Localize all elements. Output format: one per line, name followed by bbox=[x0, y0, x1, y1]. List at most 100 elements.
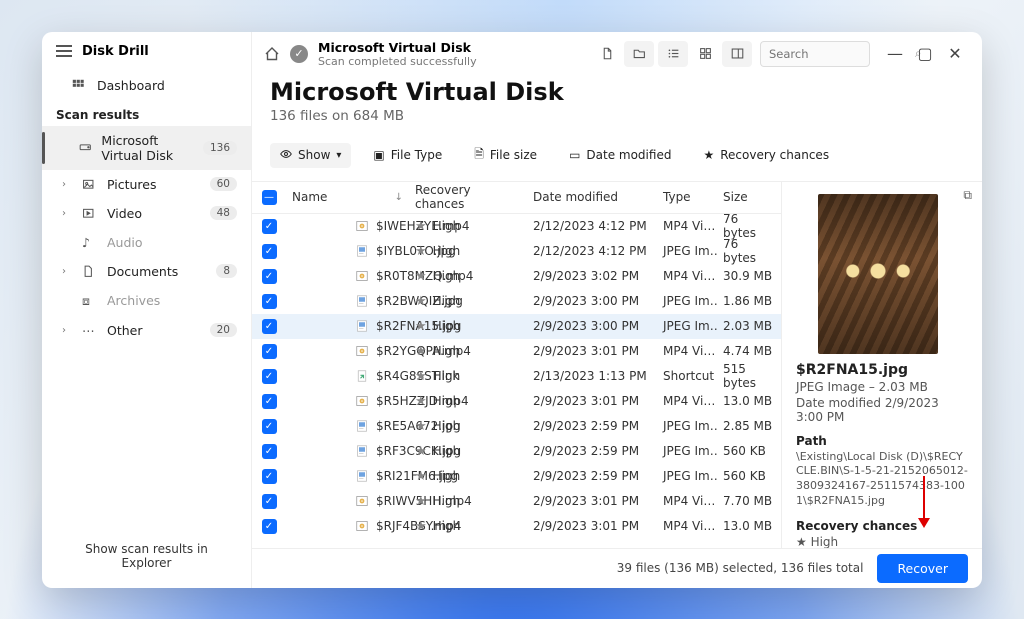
file-type-icon bbox=[356, 343, 368, 359]
file-date: 2/9/2023 3:02 PM bbox=[527, 269, 657, 283]
star-icon: ★ bbox=[415, 294, 427, 309]
table-row[interactable]: ✓$RJF4BSY.mp4★High2/9/2023 3:01 PMMP4 Vi… bbox=[252, 514, 781, 539]
row-checkbox[interactable]: ✓ bbox=[262, 494, 277, 509]
row-checkbox[interactable]: ✓ bbox=[262, 344, 277, 359]
chevron-icon: › bbox=[62, 179, 72, 190]
sidebar-item-pictures[interactable]: ›Pictures60 bbox=[42, 170, 251, 199]
file-date: 2/9/2023 3:00 PM bbox=[527, 319, 657, 333]
sidebar-item-label: Microsoft Virtual Disk bbox=[101, 133, 193, 163]
file-size: 2.85 MB bbox=[717, 419, 781, 433]
row-checkbox[interactable]: ✓ bbox=[262, 369, 277, 384]
recovery-chance: High bbox=[433, 344, 461, 358]
row-checkbox[interactable]: ✓ bbox=[262, 294, 277, 309]
file-type: Shortcut bbox=[657, 369, 717, 383]
preview-thumbnail bbox=[818, 194, 938, 354]
sidebar-item-microsoft-virtual-disk[interactable]: Microsoft Virtual Disk 136 bbox=[42, 126, 251, 170]
table-header: — Name↓ Recovery chances Date modified T… bbox=[252, 182, 781, 214]
star-icon: ★ bbox=[415, 219, 427, 234]
show-in-explorer-button[interactable]: Show scan results in Explorer bbox=[54, 534, 239, 578]
archives-icon: ⧈ bbox=[82, 293, 97, 309]
file-type-icon bbox=[356, 268, 368, 284]
row-checkbox[interactable]: ✓ bbox=[262, 244, 277, 259]
recover-button[interactable]: Recover bbox=[877, 554, 968, 583]
file-type-filter[interactable]: ▣ File Type bbox=[363, 143, 452, 167]
titlebar-title: Microsoft Virtual Disk bbox=[318, 40, 477, 55]
chevron-icon: › bbox=[62, 208, 72, 219]
file-size-filter[interactable]: 🗎 File size bbox=[464, 140, 547, 171]
table-row[interactable]: ✓$R0T8MZQ.mp4★High2/9/2023 3:02 PMMP4 Vi… bbox=[252, 264, 781, 289]
file-type-icon bbox=[356, 493, 368, 509]
table-row[interactable]: ✓$IWEHZYE.mp4★High2/12/2023 4:12 PMMP4 V… bbox=[252, 214, 781, 239]
file-icon[interactable] bbox=[592, 41, 622, 67]
table-row[interactable]: ✓$RF3C9CK.jpg★High2/9/2023 2:59 PMJPEG I… bbox=[252, 439, 781, 464]
preview-path: \Existing\Local Disk (D)\$RECYCLE.BIN\S-… bbox=[796, 450, 968, 509]
table-row[interactable]: ✓$R4G8SST.lnk★High2/13/2023 1:13 PMShort… bbox=[252, 364, 781, 389]
file-icon: 🗎 bbox=[474, 145, 484, 166]
star-icon: ★ bbox=[415, 469, 427, 484]
sidebar-item-label: Documents bbox=[107, 264, 178, 279]
select-all-checkbox[interactable]: — bbox=[262, 190, 277, 205]
sidebar-item-label: Archives bbox=[107, 293, 160, 308]
row-checkbox[interactable]: ✓ bbox=[262, 444, 277, 459]
file-type: MP4 Vi… bbox=[657, 519, 717, 533]
col-size[interactable]: Size bbox=[717, 190, 781, 204]
star-icon: ★ bbox=[415, 319, 427, 334]
calendar-icon: ▭ bbox=[569, 148, 580, 162]
col-chances[interactable]: Recovery chances bbox=[409, 183, 527, 211]
date-filter[interactable]: ▭ Date modified bbox=[559, 143, 681, 167]
search-box[interactable]: ⌕ bbox=[760, 41, 870, 67]
sidebar-item-archives[interactable]: ⧈ Archives bbox=[42, 286, 251, 316]
folder-icon[interactable] bbox=[624, 41, 654, 67]
preview-pane-icon[interactable] bbox=[722, 41, 752, 67]
home-icon[interactable] bbox=[264, 46, 280, 62]
count-badge: 136 bbox=[203, 141, 237, 155]
count-badge: 20 bbox=[210, 323, 237, 337]
table-row[interactable]: ✓$R5HZZJD.mp4★High2/9/2023 3:01 PMMP4 Vi… bbox=[252, 389, 781, 414]
menu-icon[interactable] bbox=[56, 45, 72, 57]
row-checkbox[interactable]: ✓ bbox=[262, 419, 277, 434]
close-button[interactable]: ✕ bbox=[940, 41, 970, 67]
list-view-icon[interactable] bbox=[658, 41, 688, 67]
file-type: MP4 Vi… bbox=[657, 394, 717, 408]
recovery-chance: High bbox=[433, 419, 461, 433]
file-type-icon bbox=[356, 468, 368, 484]
table-row[interactable]: ✓$R2BWQIZ.jpg★High2/9/2023 3:00 PMJPEG I… bbox=[252, 289, 781, 314]
col-name[interactable]: Name↓ bbox=[286, 190, 409, 204]
file-type: JPEG Im… bbox=[657, 469, 717, 483]
row-checkbox[interactable]: ✓ bbox=[262, 319, 277, 334]
file-type-icon bbox=[356, 418, 368, 434]
recovery-chance: High bbox=[433, 494, 461, 508]
table-body[interactable]: ✓$IWEHZYE.mp4★High2/12/2023 4:12 PMMP4 V… bbox=[252, 214, 781, 548]
row-checkbox[interactable]: ✓ bbox=[262, 519, 277, 534]
table-row[interactable]: ✓$R2YGQPA.mp4★High2/9/2023 3:01 PMMP4 Vi… bbox=[252, 339, 781, 364]
popout-icon[interactable]: ⧉ bbox=[963, 188, 972, 203]
row-checkbox[interactable]: ✓ bbox=[262, 394, 277, 409]
col-type[interactable]: Type bbox=[657, 190, 717, 204]
table-row[interactable]: ✓$RIWV5HH.mp4★High2/9/2023 3:01 PMMP4 Vi… bbox=[252, 489, 781, 514]
row-checkbox[interactable]: ✓ bbox=[262, 269, 277, 284]
row-checkbox[interactable]: ✓ bbox=[262, 219, 277, 234]
star-icon: ★ bbox=[415, 344, 427, 359]
sidebar-item-documents[interactable]: ›Documents8 bbox=[42, 257, 251, 286]
recovery-filter[interactable]: ★ Recovery chances bbox=[693, 143, 839, 167]
show-filter[interactable]: Show ▾ bbox=[270, 143, 351, 168]
table-row[interactable]: ✓$RI21FM6.jpg★High2/9/2023 2:59 PMJPEG I… bbox=[252, 464, 781, 489]
page-subtitle: 136 files on 684 MB bbox=[270, 108, 964, 124]
nav-dashboard[interactable]: Dashboard bbox=[42, 71, 251, 100]
minimize-button[interactable]: — bbox=[880, 41, 910, 67]
col-date[interactable]: Date modified bbox=[527, 190, 657, 204]
app-title: Disk Drill bbox=[82, 44, 149, 59]
file-type-icon bbox=[356, 393, 368, 409]
sidebar-item-video[interactable]: ›Video48 bbox=[42, 199, 251, 228]
sidebar-item-audio[interactable]: ♪Audio bbox=[42, 228, 251, 257]
table-row[interactable]: ✓$R2FNA15.jpg★High2/9/2023 3:00 PMJPEG I… bbox=[252, 314, 781, 339]
table-row[interactable]: ✓$RE5A672.jpg★High2/9/2023 2:59 PMJPEG I… bbox=[252, 414, 781, 439]
table-row[interactable]: ✓$IYBL0TO.jpg★High2/12/2023 4:12 PMJPEG … bbox=[252, 239, 781, 264]
star-icon: ★ bbox=[703, 148, 714, 162]
sidebar-item-other[interactable]: ›⋯Other20 bbox=[42, 316, 251, 345]
file-size: 7.70 MB bbox=[717, 494, 781, 508]
audio-icon: ♪ bbox=[82, 235, 97, 250]
row-checkbox[interactable]: ✓ bbox=[262, 469, 277, 484]
grid-view-icon[interactable] bbox=[690, 41, 720, 67]
maximize-button[interactable]: ▢ bbox=[910, 41, 940, 67]
